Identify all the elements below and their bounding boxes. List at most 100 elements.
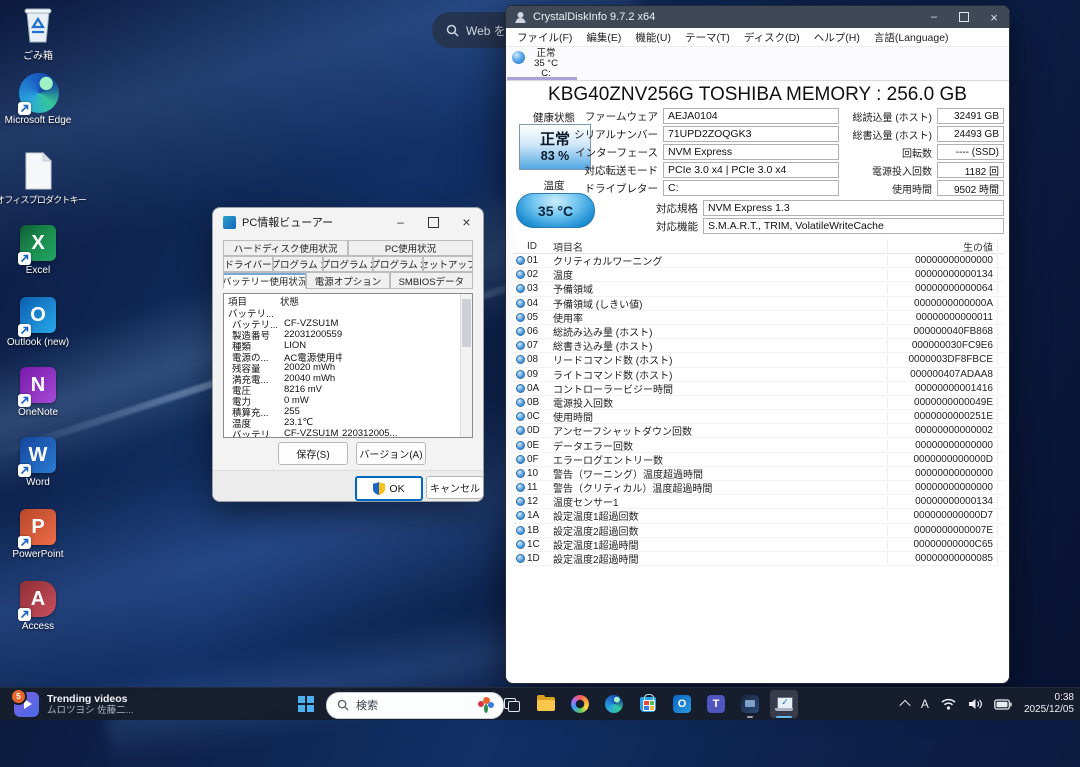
scrollbar-thumb[interactable] (462, 299, 471, 347)
smart-row[interactable]: 10 警告（ワーニング）温度超過時間 00000000000000 (513, 467, 1004, 481)
tab[interactable]: プログラム 3 (373, 256, 423, 272)
tab[interactable]: プログラム 2 (323, 256, 373, 272)
smart-row[interactable]: 0D アンセーフシャットダウン回数 00000000000002 (513, 424, 1004, 439)
edge-button[interactable] (600, 690, 628, 718)
desktop-icon-word[interactable]: W Word (0, 434, 80, 488)
version-button[interactable]: バージョン(A) (356, 442, 426, 465)
attribute-name: 電源投入回数 (553, 398, 613, 410)
list-item[interactable]: バッテリ... CF-VZSU1M 220312005... (224, 428, 472, 437)
smart-row[interactable]: 1C 設定温度1超過時間 00000000000C65 (513, 538, 1004, 552)
menu-item[interactable]: テーマ(T) (678, 30, 737, 45)
pc-info-viewer-taskbar-button[interactable]: ✓ (770, 690, 798, 718)
attribute-id: 01 (527, 255, 539, 267)
taskbar-search-box[interactable]: 検索 (326, 691, 504, 719)
smart-row[interactable]: 0C 使用時間 0000000000251E (513, 410, 1004, 425)
window-title: CrystalDiskInfo 9.7.2 x64 (533, 11, 656, 23)
attribute-id: 04 (527, 297, 539, 309)
outlook-icon: O (673, 695, 691, 713)
smart-row[interactable]: 04 予備領域 (しきい値) 0000000000000A (513, 297, 1004, 311)
smart-row[interactable]: 0F エラーログエントリー数 0000000000000D (513, 453, 1004, 467)
tab[interactable]: PC使用状況 (348, 240, 473, 256)
running-app-button[interactable] (736, 690, 764, 718)
desktop-icon-access[interactable]: A Access (0, 578, 80, 632)
outlook-button[interactable]: O (668, 690, 696, 718)
battery-status-list[interactable]: 項目 状態 バッテリ... バッテリ... CF-VZSU1M 製造番号 220… (223, 293, 473, 438)
vertical-scrollbar[interactable] (460, 294, 472, 437)
smart-row[interactable]: 05 使用率 00000000000011 (513, 311, 1004, 325)
minimize-button[interactable]: – (384, 208, 417, 236)
smart-row[interactable]: 1D 設定温度2超過時間 00000000000085 (513, 552, 1004, 567)
attribute-raw-value: 0000003DF8FBCE (887, 354, 998, 366)
smart-row[interactable]: 09 ライトコマンド数 (ホスト) 000000407ADAA8 (513, 368, 1004, 382)
smart-row[interactable]: 1B 設定温度2超過回数 0000000000007E (513, 524, 1004, 538)
wifi-icon[interactable] (941, 698, 956, 710)
tab[interactable]: ハードディスク使用状況 (223, 240, 348, 256)
attribute-raw-value: 00000000001416 (887, 382, 998, 394)
smart-row[interactable]: 06 総読み込み量 (ホスト) 000000040FB868 (513, 325, 1004, 340)
start-button[interactable] (292, 690, 320, 718)
smart-row[interactable]: 02 温度 00000000000134 (513, 268, 1004, 283)
hidden-icons-chevron-icon[interactable] (899, 699, 911, 712)
menu-item[interactable]: ディスク(D) (737, 30, 807, 45)
dialog-titlebar[interactable]: PC情報ビューアー – × (213, 208, 483, 236)
tab[interactable]: セットアップ (423, 256, 473, 272)
search-placeholder: 検索 (356, 700, 378, 712)
close-button[interactable]: × (450, 208, 483, 236)
attribute-name: ライトコマンド数 (ホスト) (553, 370, 673, 382)
taskbar-clock[interactable]: 0:38 2025/12/05 (1024, 692, 1076, 716)
desktop-icon-office-product-key[interactable]: オフィスプロダクトキー (0, 150, 87, 206)
desktop-icon-outlook[interactable]: O Outlook (new) (0, 294, 80, 348)
cdi-titlebar[interactable]: CrystalDiskInfo 9.7.2 x64 – × (506, 6, 1009, 28)
attribute-id: 08 (527, 354, 539, 366)
tab[interactable]: バッテリー使用状況 (223, 272, 307, 289)
close-button[interactable]: × (979, 6, 1009, 28)
smart-row[interactable]: 0E データエラー回数 00000000000000 (513, 438, 1004, 453)
tab[interactable]: プログラム 1 (273, 256, 323, 272)
desktop-icon-powerpoint[interactable]: P PowerPoint (0, 506, 80, 560)
smart-row[interactable]: 07 総書き込み量 (ホスト) 000000030FC9E6 (513, 339, 1004, 354)
info-label: 対応規格 (656, 202, 698, 215)
attribute-raw-value: 00000000000000 (887, 255, 998, 267)
menu-item[interactable]: 言語(Language) (867, 30, 956, 45)
maximize-button[interactable] (949, 6, 979, 28)
smart-row[interactable]: 12 温度センサー1 00000000000134 (513, 495, 1004, 510)
widgets-button[interactable]: 5 Trending videos ムロツヨシ 佐藤二... (6, 687, 142, 718)
ime-indicator[interactable]: A (921, 697, 929, 711)
ok-button[interactable]: OK (355, 476, 423, 501)
cancel-button[interactable]: キャンセル (426, 476, 483, 499)
desktop-icon-excel[interactable]: X Excel (0, 222, 80, 276)
tab[interactable]: ドライバー (223, 256, 273, 272)
list-header-status: 状態 (280, 296, 300, 308)
smart-row[interactable]: 11 警告（クリティカル）温度超過時間 00000000000000 (513, 481, 1004, 496)
shortcut-arrow-icon (18, 608, 31, 621)
menu-item[interactable]: ヘルプ(H) (807, 30, 867, 45)
microsoft-store-button[interactable] (634, 690, 662, 718)
file-explorer-button[interactable] (532, 690, 560, 718)
drive-tab-c[interactable]: 正常 35 °C C: (507, 48, 577, 80)
tab[interactable]: 電源オプション (306, 272, 390, 289)
smart-row[interactable]: 03 予備領域 00000000000064 (513, 282, 1004, 297)
minimize-button[interactable]: – (919, 6, 949, 28)
tab[interactable]: SMBIOSデータ (389, 272, 473, 289)
smart-row[interactable]: 08 リードコマンド数 (ホスト) 0000003DF8FBCE (513, 353, 1004, 368)
speaker-icon[interactable] (968, 698, 982, 710)
battery-icon[interactable] (994, 698, 1012, 710)
smart-row[interactable]: 1A 設定温度1超過回数 000000000000D7 (513, 509, 1004, 524)
menu-item[interactable]: 機能(U) (628, 30, 678, 45)
smart-row[interactable]: 01 クリティカルワーニング 00000000000000 (513, 254, 1004, 269)
desktop-icon-recycle-bin[interactable]: ごみ箱 (0, 4, 80, 62)
copilot-button[interactable] (566, 690, 594, 718)
task-view-button[interactable] (498, 690, 526, 718)
desktop-icon-edge[interactable]: Microsoft Edge (0, 72, 80, 126)
temperature-gauge[interactable]: 35 °C (516, 193, 595, 228)
menu-item[interactable]: ファイル(F) (510, 30, 579, 45)
maximize-button[interactable] (417, 208, 450, 236)
save-button[interactable]: 保存(S) (278, 442, 348, 465)
teams-button[interactable]: T (702, 690, 730, 718)
smart-row[interactable]: 0A コントローラービジー時間 00000000001416 (513, 382, 1004, 396)
smart-row[interactable]: 0B 電源投入回数 0000000000049E (513, 396, 1004, 411)
disk-info-right-column: 総読込量 (ホスト) 32491 GB 総書込量 (ホスト) 24493 GB … (846, 107, 1004, 197)
edge-icon (17, 72, 59, 115)
desktop-icon-onenote[interactable]: N OneNote (0, 364, 80, 418)
menu-item[interactable]: 編集(E) (579, 30, 628, 45)
